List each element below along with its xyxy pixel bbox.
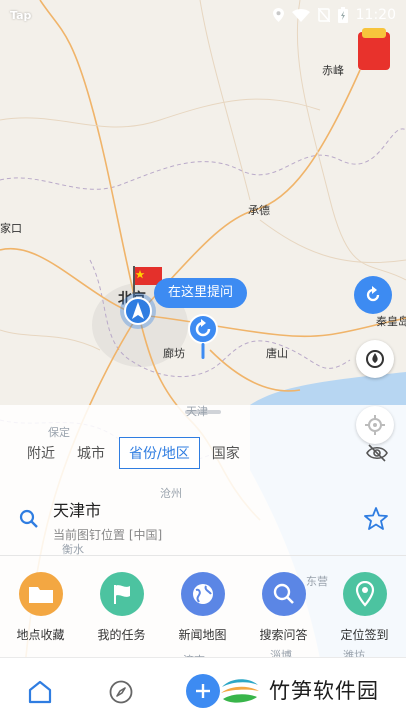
- watermark-text: 竹笋软件园: [269, 679, 379, 703]
- city-label-qinhuangdao: 秦皇岛: [376, 315, 406, 328]
- refresh-button[interactable]: [354, 276, 392, 314]
- city-label-dongying: 东营: [306, 575, 328, 588]
- bamboo-logo-icon: [220, 670, 260, 710]
- city-label-tangshan: 唐山: [266, 347, 288, 360]
- city-label-hengshui: 衡水: [62, 543, 84, 556]
- refresh-icon: [366, 286, 380, 302]
- action-my-tasks[interactable]: 我的任务: [81, 572, 162, 643]
- bottom-nav: 竹笋软件园: [0, 657, 406, 722]
- status-bar: Tap 11:20: [0, 0, 406, 30]
- no-sim-icon: [317, 8, 330, 22]
- crosshair-icon: [365, 415, 385, 435]
- magnifier-icon: [261, 572, 306, 616]
- panel-divider: [0, 555, 406, 556]
- home-icon[interactable]: [27, 679, 53, 705]
- current-location-row[interactable]: 天津市 当前图钉位置 [中国]: [0, 490, 406, 550]
- city-label-chengde: 承德: [248, 204, 270, 217]
- quick-actions: 地点收藏 我的任务 新闻地图 搜索问答 定位签到: [0, 572, 406, 652]
- action-label: 我的任务: [97, 628, 146, 642]
- tab-nearby[interactable]: 附近: [27, 443, 55, 463]
- pin-refresh-icon[interactable]: [187, 313, 219, 361]
- action-label: 新闻地图: [178, 628, 227, 642]
- action-saved-places[interactable]: 地点收藏: [0, 572, 81, 643]
- city-label-baoding: 保定: [48, 426, 70, 439]
- city-label-zhangjiakou: 家口: [0, 222, 22, 235]
- compass-icon[interactable]: [108, 679, 134, 705]
- status-app-name: Tap: [10, 8, 32, 22]
- tab-province[interactable]: 省份/地区: [119, 437, 200, 469]
- watermark: 竹笋软件园: [219, 658, 379, 722]
- city-label-langfang: 廊坊: [163, 347, 185, 360]
- search-icon: [19, 509, 38, 528]
- ask-here-bubble[interactable]: 在这里提问: [154, 278, 248, 308]
- action-label: 定位签到: [340, 628, 389, 642]
- action-news-map[interactable]: 新闻地图: [162, 572, 243, 643]
- location-pin-icon: [342, 572, 387, 616]
- add-button[interactable]: [186, 674, 220, 708]
- plus-icon: [196, 684, 210, 698]
- eye-hidden-icon[interactable]: [366, 444, 388, 462]
- globe-icon: [180, 572, 225, 616]
- action-check-in[interactable]: 定位签到: [324, 572, 405, 643]
- city-label-cangzhou: 沧州: [160, 487, 182, 500]
- tab-country[interactable]: 国家: [212, 443, 240, 463]
- location-title: 天津市: [53, 501, 102, 520]
- locate-button[interactable]: [356, 406, 394, 444]
- water-drop-icon: [366, 350, 384, 368]
- battery-charging-icon: [337, 7, 348, 23]
- flag-icon: [99, 572, 144, 616]
- city-label-tianjin: 天津: [186, 405, 208, 418]
- scope-tabs: 附近 城市 省份/地区 国家: [0, 437, 406, 469]
- red-packet-icon[interactable]: [358, 28, 390, 70]
- action-label: 搜索问答: [259, 628, 308, 642]
- layer-toggle-button[interactable]: [356, 340, 394, 378]
- location-status-icon: [272, 8, 284, 22]
- action-label: 地点收藏: [16, 628, 65, 642]
- status-icons: 11:20: [272, 7, 396, 23]
- status-time: 11:20: [355, 7, 396, 23]
- tab-city[interactable]: 城市: [77, 443, 105, 463]
- city-label-chifeng: 赤峰: [322, 64, 344, 77]
- wifi-icon: [291, 8, 310, 22]
- folder-icon: [18, 572, 63, 616]
- favorite-star-icon[interactable]: [364, 507, 388, 530]
